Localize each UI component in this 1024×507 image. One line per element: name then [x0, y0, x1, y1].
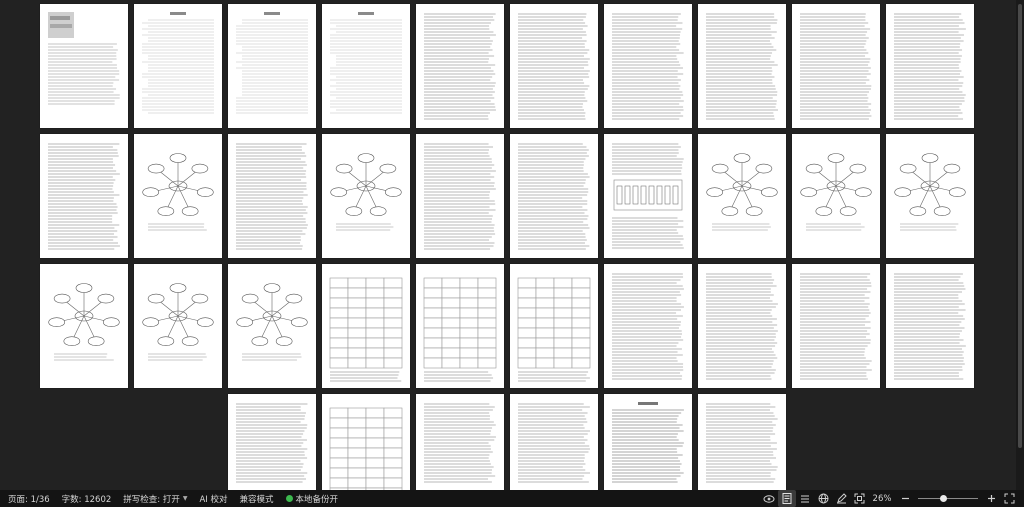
table-page[interactable] — [322, 394, 410, 490]
vertical-scrollbar[interactable] — [1016, 0, 1024, 490]
mindmap-page[interactable] — [792, 134, 880, 258]
spell-check-label: 拼写检查: 打开 — [123, 493, 180, 505]
mindmap-page[interactable] — [322, 134, 410, 258]
fit-page-icon[interactable] — [850, 490, 868, 507]
text-page[interactable] — [698, 4, 786, 128]
compat-mode-indicator: 兼容模式 — [240, 493, 274, 505]
zoom-track — [918, 498, 978, 499]
text-page[interactable] — [416, 394, 504, 490]
zoom-in-icon[interactable] — [982, 490, 1000, 507]
zoom-knob[interactable] — [940, 495, 947, 502]
text-page[interactable] — [510, 134, 598, 258]
cover-page[interactable] — [40, 4, 128, 128]
outline-page[interactable] — [322, 4, 410, 128]
text-page[interactable] — [510, 4, 598, 128]
text-page[interactable] — [510, 394, 598, 490]
mindmap-page[interactable] — [886, 134, 974, 258]
pen-icon[interactable] — [832, 490, 850, 507]
text-page[interactable] — [698, 394, 786, 490]
backup-label: 本地备份开 — [296, 493, 339, 505]
mindmap-page[interactable] — [40, 264, 128, 388]
table-page[interactable] — [322, 264, 410, 388]
page-indicator[interactable]: 页面: 1/36 — [8, 493, 50, 505]
mindmap-page[interactable] — [134, 134, 222, 258]
text-page[interactable] — [886, 4, 974, 128]
backup-status-icon — [286, 495, 293, 502]
mindmap-page[interactable] — [134, 264, 222, 388]
local-backup-toggle[interactable]: 本地备份开 — [286, 493, 339, 505]
table-page[interactable] — [510, 264, 598, 388]
text-page[interactable] — [228, 134, 316, 258]
page-view-icon[interactable] — [778, 490, 796, 507]
web-view-icon[interactable] — [814, 490, 832, 507]
outline-page[interactable] — [228, 4, 316, 128]
eye-icon[interactable] — [760, 490, 778, 507]
figure-page[interactable] — [604, 134, 692, 258]
zoom-slider[interactable] — [918, 490, 978, 507]
text-page[interactable] — [604, 264, 692, 388]
text-page[interactable] — [228, 394, 316, 490]
zoom-out-icon[interactable] — [896, 490, 914, 507]
mindmap-page[interactable] — [698, 134, 786, 258]
text-page[interactable] — [416, 134, 504, 258]
chevron-down-icon: ▼ — [183, 495, 188, 502]
zoom-level[interactable]: 26% — [868, 494, 896, 504]
text-page[interactable] — [792, 264, 880, 388]
status-bar: 页面: 1/36 字数: 12602 拼写检查: 打开 ▼ AI 校对 兼容模式… — [0, 490, 1024, 507]
text-page[interactable] — [40, 134, 128, 258]
text-page[interactable] — [416, 4, 504, 128]
ai-check-button[interactable]: AI 校对 — [199, 493, 227, 505]
fullscreen-icon[interactable] — [1000, 490, 1018, 507]
scrollbar-thumb[interactable] — [1018, 4, 1022, 448]
text-page[interactable] — [698, 264, 786, 388]
reference-page[interactable] — [604, 394, 692, 490]
document-canvas[interactable] — [0, 0, 1016, 490]
mindmap-page[interactable] — [228, 264, 316, 388]
word-count[interactable]: 字数: 12602 — [62, 493, 112, 505]
text-page[interactable] — [886, 264, 974, 388]
text-page[interactable] — [792, 4, 880, 128]
spell-check-toggle[interactable]: 拼写检查: 打开 ▼ — [123, 493, 187, 505]
table-page[interactable] — [416, 264, 504, 388]
outline-view-icon[interactable] — [796, 490, 814, 507]
outline-page[interactable] — [134, 4, 222, 128]
text-page[interactable] — [604, 4, 692, 128]
